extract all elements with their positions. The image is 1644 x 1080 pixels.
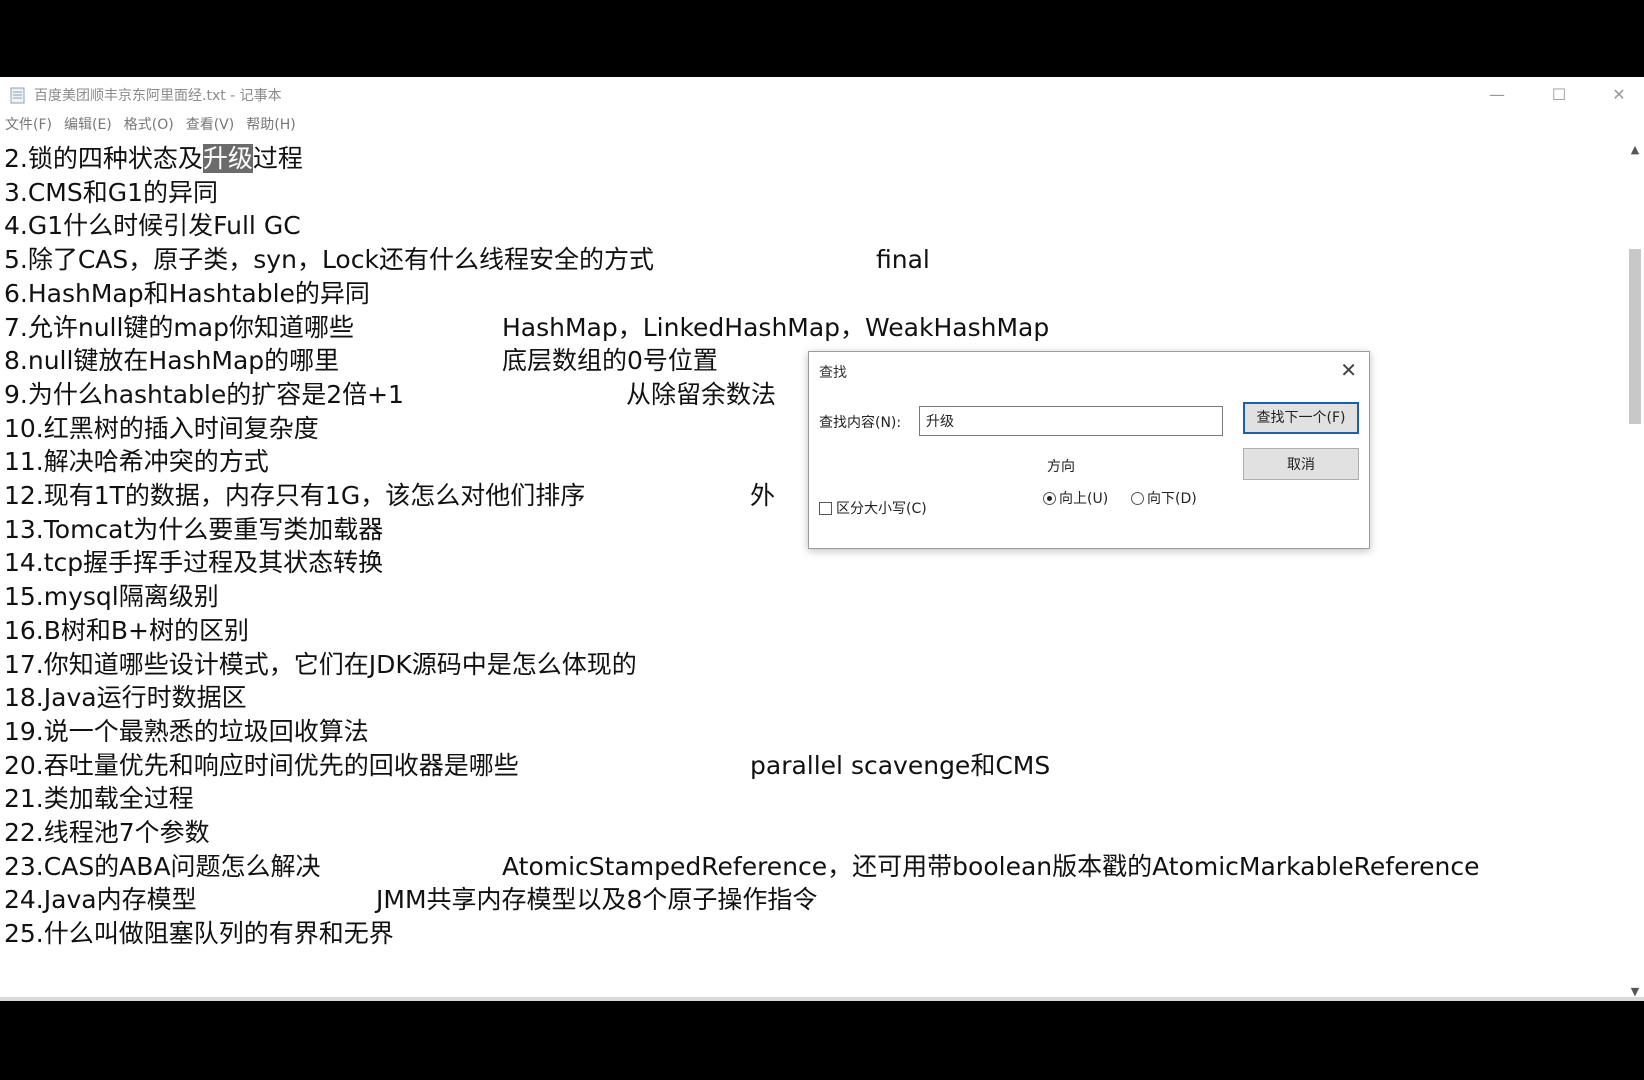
direction-label: 方向 [1047,459,1075,475]
notepad-icon [10,87,25,104]
find-dialog: 查找 ✕ 查找内容(N): 升级 查找下一个(F) 取消 方向 向上(U) 向下… [808,351,1370,549]
line-text-rest: 过程 [252,144,303,173]
line-text: 11.解决哈希冲突的方式 [4,447,269,477]
selected-text: 升级 [202,144,253,173]
answer-note: parallel scavenge和CMS [750,750,1051,780]
line-text: 15.mysql隔离级别 [4,582,219,612]
title-bar[interactable]: 百度美团顺丰京东阿里面经.txt - 记事本 — ☐ ✕ [0,77,1644,111]
text-line: 7.允许null键的map你知道哪些 [4,310,354,345]
line-text: 4.G1什么时候引发Full GC [4,211,301,241]
text-line: 11.解决哈希冲突的方式 [4,444,269,479]
text-line: 10.红黑树的插入时间复杂度 [4,411,319,446]
menu-view[interactable]: 查看(V) [180,113,241,137]
line-text: 24.Java内存模型 [4,885,197,915]
text-line: 13.Tomcat为什么要重写类加载器 [4,512,383,547]
line-text: 10.红黑树的插入时间复杂度 [4,413,319,443]
line-text: 17.你知道哪些设计模式，它们在JDK源码中是怎么体现的 [4,649,637,679]
line-text: 20.吞吐量优先和响应时间优先的回收器是哪些 [4,750,519,780]
menu-help[interactable]: 帮助(H) [240,113,301,137]
text-line: 22.线程池7个参数 [4,815,210,850]
text-line: 4.G1什么时候引发Full GC [4,208,301,243]
line-text: 13.Tomcat为什么要重写类加载器 [4,514,384,544]
line-text: 18.Java运行时数据区 [4,683,247,713]
radio-down-icon[interactable] [1131,492,1144,505]
text-line: 25.什么叫做阻塞队列的有界和无界 [4,916,394,951]
line-text: 9.为什么hashtable的扩容是2倍+1 [4,379,404,409]
line-text: 21.类加载全过程 [4,784,194,814]
answer-note: 从除留余数法 [626,379,777,409]
line-text: 2.锁的四种状态及 [4,144,203,173]
find-next-button[interactable]: 查找下一个(F) [1243,402,1359,434]
text-line: 9.为什么hashtable的扩容是2倍+1 [4,377,404,412]
minimize-button[interactable]: — [1474,77,1520,111]
text-line: 3.CMS和G1的异同 [4,175,218,210]
answer-note: 外 [750,481,776,510]
radio-up-icon[interactable] [1043,492,1056,505]
answer-note: HashMap，LinkedHashMap，WeakHashMap [502,312,1050,342]
direction-down-option[interactable]: 向下(D) [1131,488,1197,508]
answer-note: JMM共享内存模型以及8个原子操作指令 [376,885,818,915]
line-text: 19.说一个最熟悉的垃圾回收算法 [4,716,369,746]
find-what-input[interactable]: 升级 [919,406,1223,436]
menu-bar: 文件(F) 编辑(E) 格式(O) 查看(V) 帮助(H) [0,113,302,137]
line-text: 3.CMS和G1的异同 [4,177,219,207]
line-text: 23.CAS的ABA问题怎么解决 [4,851,321,881]
text-line: 16.B树和B+树的区别 [4,613,249,648]
line-text: 6.HashMap和Hashtable的异同 [4,278,370,308]
close-button[interactable]: ✕ [1596,77,1642,111]
text-line: 19.说一个最熟悉的垃圾回收算法 [4,714,369,749]
line-text: 8.null键放在HashMap的哪里 [4,346,340,376]
text-line: 18.Java运行时数据区 [4,680,247,715]
text-editor[interactable]: 2.锁的四种状态及升级过程 3.CMS和G1的异同 4.G1什么时候引发Full G… [0,141,1626,1001]
horizontal-scrollbar[interactable] [0,997,1644,1001]
answer-note: 底层数组的0号位置 [502,346,718,376]
answer-note: AtomicStampedReference，还可用带boolean版本戳的At… [502,851,1480,881]
menu-file[interactable]: 文件(F) [0,113,58,137]
line-text: 16.B树和B+树的区别 [4,615,250,645]
text-line: 24.Java内存模型 [4,882,197,917]
scroll-up-icon[interactable]: ▲ [1629,143,1641,157]
maximize-button[interactable]: ☐ [1536,77,1582,111]
text-line: 6.HashMap和Hashtable的异同 [4,276,370,311]
menu-format[interactable]: 格式(O) [118,113,180,137]
line-text: 22.线程池7个参数 [4,818,210,847]
text-line: 14.tcp握手挥手过程及其状态转换 [4,545,383,580]
direction-down-label: 向下(D) [1147,491,1197,507]
line-text: 25.什么叫做阻塞队列的有界和无界 [4,919,394,949]
text-line: 17.你知道哪些设计模式，它们在JDK源码中是怎么体现的 [4,647,637,682]
line-text: 5.除了CAS，原子类，syn，Lock还有什么线程安全的方式 [4,245,654,275]
menu-edit[interactable]: 编辑(E) [58,113,118,137]
text-line: 15.mysql隔离级别 [4,579,219,614]
answer-note: final [876,245,930,275]
vertical-scrollbar[interactable]: ▲ ▼ [1626,141,1644,1001]
direction-up-option[interactable]: 向上(U) [1043,488,1108,508]
cancel-button[interactable]: 取消 [1243,448,1359,480]
dialog-title: 查找 [819,365,847,381]
match-case-option[interactable]: 区分大小写(C) [819,498,927,518]
scrollbar-thumb[interactable] [1629,249,1641,424]
text-line: 5.除了CAS，原子类，syn，Lock还有什么线程安全的方式 [4,242,654,277]
text-line: 2.锁的四种状态及升级过程 [4,141,303,176]
window-title: 百度美团顺丰京东阿里面经.txt - 记事本 [34,88,282,104]
text-line: 12.现有1T的数据，内存只有1G，该怎么对他们排序 [4,478,585,513]
direction-up-label: 向上(U) [1059,491,1109,507]
line-text: 14.tcp握手挥手过程及其状态转换 [4,548,384,578]
line-text: 7.允许null键的map你知道哪些 [4,312,354,342]
close-icon[interactable]: ✕ [1340,358,1357,382]
text-line: 20.吞吐量优先和响应时间优先的回收器是哪些 [4,748,519,783]
text-line: 8.null键放在HashMap的哪里 [4,343,339,378]
match-case-label: 区分大小写(C) [836,501,927,517]
text-line: 21.类加载全过程 [4,781,194,816]
checkbox-icon[interactable] [819,502,832,515]
line-text: 12.现有1T的数据，内存只有1G，该怎么对他们排序 [4,481,586,510]
find-what-label: 查找内容(N): [819,415,902,431]
text-line: 23.CAS的ABA问题怎么解决 [4,849,321,884]
